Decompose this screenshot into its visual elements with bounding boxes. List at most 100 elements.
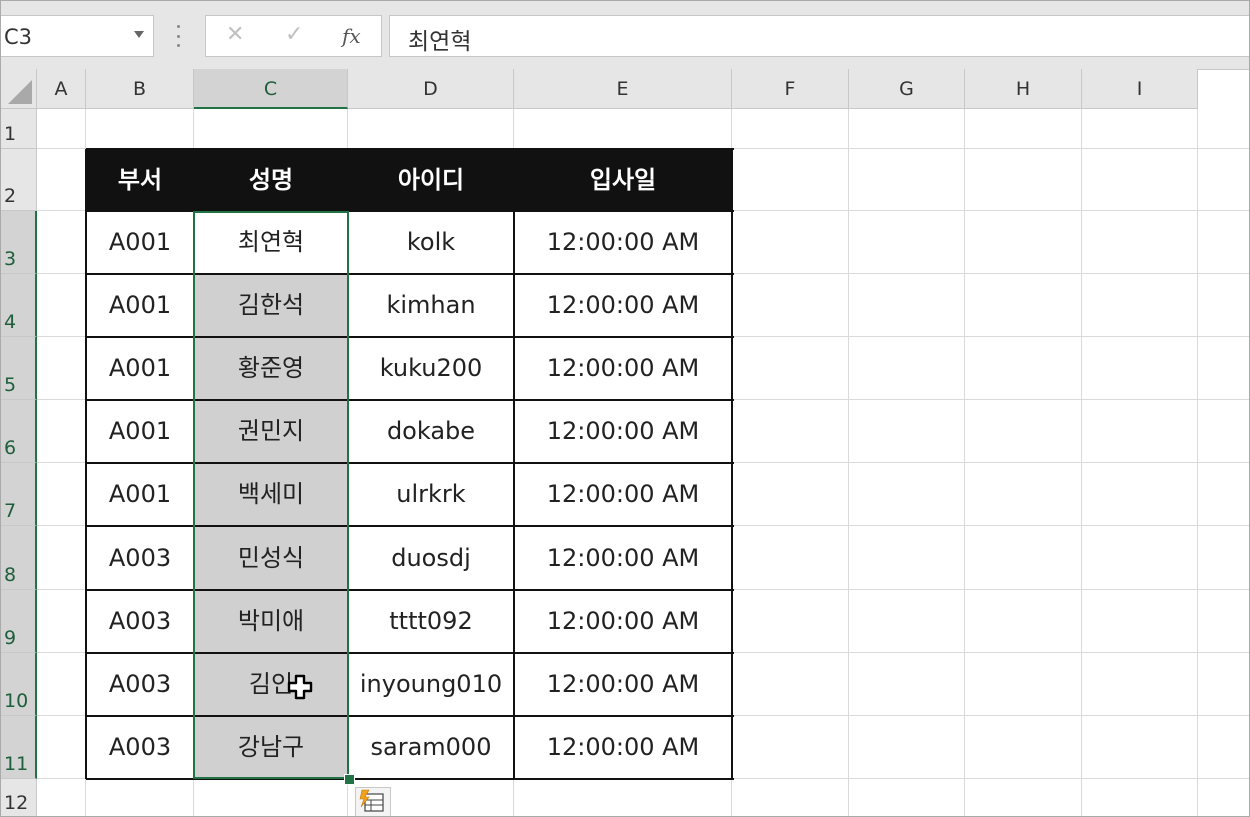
- column-header-i[interactable]: I: [1082, 69, 1198, 109]
- table-cell[interactable]: saram000: [348, 716, 514, 779]
- table-cell[interactable]: A001: [86, 211, 194, 274]
- row-number: 6: [4, 437, 17, 459]
- cancel-icon[interactable]: ✕: [226, 22, 244, 47]
- table-cell[interactable]: 12:00:00 AM: [514, 400, 732, 463]
- table-border-vertical: [85, 149, 87, 779]
- row-header-3[interactable]: 3: [1, 211, 37, 274]
- excel-window: C3 ✕ ✓ fx 최연혁 ABCDEFGHI 1 2 3 4 5 6 7 8 9 10 11 12 …: [0, 0, 1250, 817]
- row-number: 11: [4, 753, 29, 775]
- table-cell[interactable]: 12:00:00 AM: [514, 526, 732, 590]
- table-border-horizontal: [86, 210, 734, 212]
- column-header-f[interactable]: F: [732, 69, 849, 109]
- table-cell[interactable]: 최연혁: [194, 211, 348, 274]
- table-cell[interactable]: A003: [86, 590, 194, 653]
- drag-handle-icon[interactable]: [177, 25, 181, 47]
- row-header-7[interactable]: 7: [1, 463, 37, 526]
- table-cell[interactable]: A001: [86, 337, 194, 400]
- column-header-c[interactable]: C: [194, 69, 348, 109]
- table-cell[interactable]: 김인: [194, 653, 348, 716]
- row-number: 8: [4, 564, 17, 586]
- table-cell[interactable]: duosdj: [348, 526, 514, 590]
- formula-input[interactable]: 최연혁: [389, 15, 1249, 57]
- row-header-5[interactable]: 5: [1, 337, 37, 400]
- row-number: 4: [4, 311, 17, 333]
- table-cell[interactable]: A003: [86, 716, 194, 779]
- row-header-9[interactable]: 9: [1, 590, 37, 653]
- table-cell[interactable]: 민성식: [194, 526, 348, 590]
- table-cell[interactable]: A001: [86, 400, 194, 463]
- row-number: 9: [4, 627, 17, 649]
- fill-handle[interactable]: [344, 774, 355, 785]
- table-cell[interactable]: inyoung010: [348, 653, 514, 716]
- row-header-8[interactable]: 8: [1, 526, 37, 590]
- table-cell[interactable]: 백세미: [194, 463, 348, 526]
- row-header-2[interactable]: 2: [1, 149, 37, 211]
- name-box-value: C3: [4, 25, 33, 49]
- table-cell[interactable]: kimhan: [348, 274, 514, 337]
- quick-analysis-button[interactable]: [355, 787, 391, 816]
- table-cell[interactable]: 12:00:00 AM: [514, 337, 732, 400]
- row-header-4[interactable]: 4: [1, 274, 37, 337]
- row-number: 1: [4, 123, 17, 145]
- row-number: 7: [4, 500, 17, 522]
- column-header-b[interactable]: B: [86, 69, 194, 109]
- table-border-horizontal: [86, 589, 734, 591]
- formula-bar: C3 ✕ ✓ fx 최연혁: [1, 1, 1249, 70]
- gridline-vertical: [1081, 109, 1082, 816]
- column-header-d[interactable]: D: [348, 69, 514, 109]
- table-cell[interactable]: A003: [86, 526, 194, 590]
- table-cell[interactable]: kolk: [348, 211, 514, 274]
- row-header-1[interactable]: 1: [1, 109, 37, 149]
- table-cell[interactable]: A001: [86, 274, 194, 337]
- table-border-horizontal: [86, 399, 734, 401]
- table-border-horizontal: [86, 462, 734, 464]
- table-cell[interactable]: 12:00:00 AM: [514, 653, 732, 716]
- table-cell[interactable]: dokabe: [348, 400, 514, 463]
- insert-function-icon[interactable]: fx: [342, 24, 361, 48]
- column-header-a[interactable]: A: [37, 69, 86, 109]
- row-number: 5: [4, 374, 17, 396]
- table-cell[interactable]: 박미애: [194, 590, 348, 653]
- table-border-horizontal: [86, 652, 734, 654]
- table-cell[interactable]: 12:00:00 AM: [514, 463, 732, 526]
- table-cell[interactable]: 권민지: [194, 400, 348, 463]
- select-all-button[interactable]: [1, 69, 37, 109]
- table-border-horizontal: [86, 715, 734, 717]
- table-cell[interactable]: 김한석: [194, 274, 348, 337]
- table-border-horizontal: [86, 778, 734, 780]
- table-header-cell: 아이디: [348, 149, 514, 211]
- table-cell[interactable]: A003: [86, 653, 194, 716]
- row-header-6[interactable]: 6: [1, 400, 37, 463]
- row-number: 3: [4, 248, 17, 270]
- table-border-vertical: [513, 149, 515, 779]
- table-cell[interactable]: 황준영: [194, 337, 348, 400]
- table-cell[interactable]: 12:00:00 AM: [514, 274, 732, 337]
- table-cell[interactable]: ulrkrk: [348, 463, 514, 526]
- name-box[interactable]: C3: [1, 15, 154, 57]
- column-header-g[interactable]: G: [849, 69, 965, 109]
- cell-select-cursor-icon: [287, 674, 313, 700]
- table-cell[interactable]: 12:00:00 AM: [514, 590, 732, 653]
- table-cell[interactable]: tttt092: [348, 590, 514, 653]
- table-border-horizontal: [86, 525, 734, 527]
- table-cell[interactable]: 강남구: [194, 716, 348, 779]
- chevron-down-icon[interactable]: [134, 31, 144, 38]
- row-header-10[interactable]: 10: [1, 653, 37, 716]
- row-header-11[interactable]: 11: [1, 716, 37, 779]
- table-cell[interactable]: 12:00:00 AM: [514, 211, 732, 274]
- table-border-horizontal: [86, 273, 734, 275]
- column-header-e[interactable]: E: [514, 69, 732, 109]
- row-header-12[interactable]: 12: [1, 779, 37, 816]
- table-header-cell: 성명: [194, 149, 348, 211]
- column-header-h[interactable]: H: [965, 69, 1082, 109]
- table-header-cell: 입사일: [514, 149, 732, 211]
- table-cell[interactable]: A001: [86, 463, 194, 526]
- table-cell[interactable]: 12:00:00 AM: [514, 716, 732, 779]
- select-all-triangle-icon: [8, 80, 32, 104]
- gridline-vertical: [964, 109, 965, 816]
- quick-analysis-icon: [359, 789, 384, 812]
- table-cell[interactable]: kuku200: [348, 337, 514, 400]
- table-border-vertical: [193, 149, 195, 779]
- check-icon[interactable]: ✓: [285, 22, 303, 47]
- formula-value: 최연혁: [408, 29, 472, 55]
